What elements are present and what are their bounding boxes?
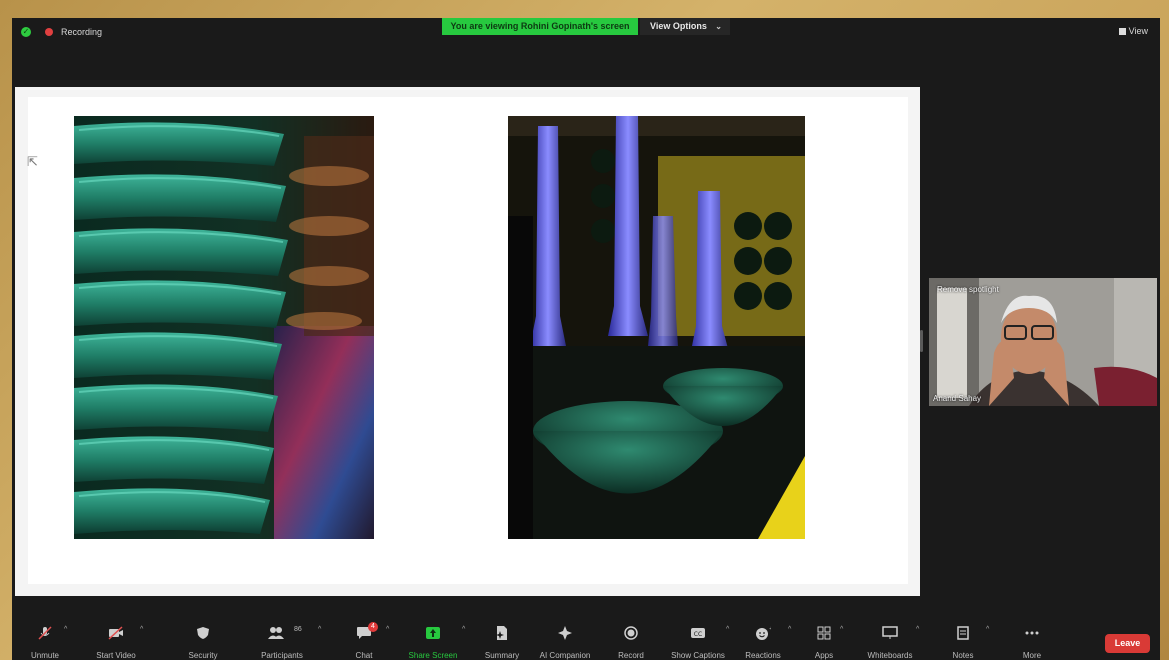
- share-screen-icon: [426, 627, 440, 639]
- view-options-label: View Options: [650, 21, 707, 31]
- meeting-toolbar: ^ Unmute ^ Start Video Security 86 ^ Par…: [12, 616, 1160, 660]
- participants-count: 86: [294, 626, 302, 633]
- participants-label: Participants: [261, 651, 303, 660]
- participants-button[interactable]: 86 ^ Participants: [252, 616, 321, 660]
- start-video-button[interactable]: ^ Start Video: [88, 616, 144, 660]
- video-off-icon: [108, 626, 123, 640]
- security-label: Security: [188, 651, 218, 660]
- notes-button[interactable]: ^ Notes: [944, 616, 990, 660]
- chat-button[interactable]: 4 ^ Chat: [342, 616, 389, 660]
- whiteboards-label: Whiteboards: [867, 651, 913, 660]
- svg-text:+: +: [769, 626, 771, 632]
- chevron-up-icon[interactable]: ^: [462, 626, 465, 633]
- summary-label: Summary: [484, 651, 520, 660]
- recording-label: Recording: [61, 27, 103, 37]
- viewing-banner: You are viewing Rohini Gopinath's screen: [442, 18, 638, 35]
- notes-label: Notes: [952, 651, 974, 660]
- share-screen-label: Share Screen: [408, 651, 458, 660]
- record-icon: [624, 626, 638, 640]
- show-captions-label: Show Captions: [671, 651, 725, 660]
- sparkle-icon: [558, 626, 572, 640]
- ai-companion-button[interactable]: AI Companion: [532, 616, 598, 660]
- unmute-label: Unmute: [30, 651, 59, 660]
- chevron-down-icon: ⌄: [715, 22, 722, 31]
- photo-glass-vases: [508, 116, 805, 539]
- apps-button[interactable]: ^ Apps: [804, 616, 844, 660]
- chevron-up-icon[interactable]: ^: [318, 626, 321, 633]
- chevron-up-icon[interactable]: ^: [726, 626, 729, 633]
- shield-check-icon[interactable]: ✓: [21, 27, 31, 37]
- microphone-muted-icon: [38, 626, 52, 640]
- show-captions-button[interactable]: CC ^ Show Captions: [666, 616, 730, 660]
- captions-icon: CC: [691, 628, 705, 638]
- notes-icon: [957, 626, 969, 640]
- reactions-icon: +: [756, 626, 771, 640]
- record-button[interactable]: Record: [610, 616, 652, 660]
- apps-icon: [817, 626, 831, 640]
- reactions-button[interactable]: + ^ Reactions: [740, 616, 791, 660]
- more-icon: [1025, 631, 1039, 635]
- ai-companion-label: AI Companion: [539, 651, 591, 660]
- photo-green-plates: [74, 116, 374, 539]
- chevron-up-icon[interactable]: ^: [916, 626, 919, 633]
- mouse-cursor-icon: ⇱: [27, 154, 38, 169]
- more-button[interactable]: More: [1012, 616, 1052, 660]
- apps-label: Apps: [814, 651, 834, 660]
- chevron-up-icon[interactable]: ^: [840, 626, 843, 633]
- more-label: More: [1022, 651, 1042, 660]
- summary-icon: [496, 626, 507, 640]
- record-label: Record: [618, 651, 644, 660]
- recording-icon: [45, 28, 53, 36]
- chevron-up-icon[interactable]: ^: [386, 626, 389, 633]
- svg-text:CC: CC: [694, 631, 702, 638]
- whiteboards-button[interactable]: ^ Whiteboards: [860, 616, 920, 660]
- view-options-button[interactable]: View Options ⌄: [640, 18, 730, 35]
- participant-name: Anand Sahay: [933, 394, 982, 403]
- view-icon: [1118, 28, 1126, 36]
- reactions-label: Reactions: [745, 651, 781, 660]
- view-button[interactable]: View: [1118, 26, 1148, 36]
- share-screen-button[interactable]: ^ Share Screen: [404, 616, 466, 660]
- participants-icon: [268, 627, 284, 639]
- remove-spotlight-label[interactable]: Remove spotlight: [937, 285, 999, 294]
- whiteboard-icon: [882, 626, 898, 639]
- summary-button[interactable]: Summary: [478, 616, 526, 660]
- panel-resize-handle[interactable]: [920, 330, 923, 352]
- chevron-up-icon[interactable]: ^: [986, 626, 989, 633]
- chat-icon: 4: [356, 622, 378, 640]
- chat-label: Chat: [355, 651, 373, 660]
- meeting-window: ✓ Recording You are viewing Rohini Gopin…: [12, 18, 1160, 660]
- chevron-up-icon[interactable]: ^: [140, 626, 143, 633]
- view-label: View: [1128, 26, 1148, 36]
- participant-video[interactable]: Remove spotlight Anand Sahay: [929, 278, 1157, 406]
- start-video-label: Start Video: [96, 651, 136, 660]
- leave-button[interactable]: Leave: [1105, 634, 1150, 653]
- security-button[interactable]: Security: [180, 616, 226, 660]
- chevron-up-icon[interactable]: ^: [64, 626, 67, 633]
- chat-badge: 4: [368, 622, 378, 632]
- shield-icon: [197, 627, 209, 639]
- top-bar: ✓ Recording You are viewing Rohini Gopin…: [12, 18, 1160, 46]
- chevron-up-icon[interactable]: ^: [788, 626, 791, 633]
- unmute-button[interactable]: ^ Unmute: [22, 616, 68, 660]
